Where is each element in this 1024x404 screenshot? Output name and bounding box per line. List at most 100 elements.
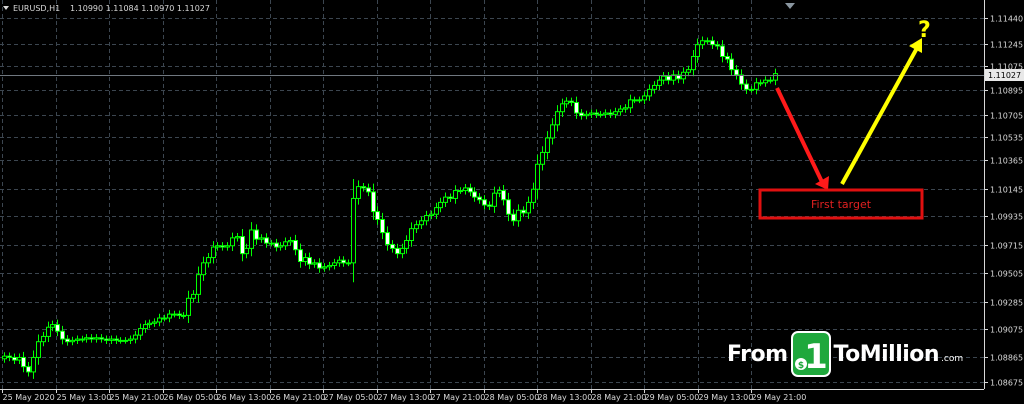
logo-domain-suffix: .com xyxy=(941,354,964,364)
candle-bull xyxy=(172,313,177,316)
candle-bull xyxy=(303,257,308,263)
candle-bear xyxy=(254,229,259,240)
x-tick-label: 29 May 21:00 xyxy=(752,393,807,402)
candles xyxy=(2,36,778,379)
candle-bull xyxy=(652,84,657,90)
candle-bull xyxy=(186,297,191,316)
logo-badge-icon: 1 $ xyxy=(790,330,832,378)
candle-bull xyxy=(642,95,647,101)
candle-bull xyxy=(705,40,710,43)
candle-bull xyxy=(584,113,589,117)
chart-shift-marker xyxy=(785,3,795,9)
candle-bull xyxy=(516,209,521,222)
candle-bull xyxy=(424,215,429,222)
candle-bull xyxy=(351,197,356,264)
candle-bear xyxy=(574,102,579,114)
from1tomillion-logo: From 1 $ ToMillion .com xyxy=(727,330,963,378)
logo-digit: 1 xyxy=(804,337,828,377)
candle-bear xyxy=(729,58,734,71)
candle-bull xyxy=(332,262,337,266)
candle-bear xyxy=(472,191,477,198)
candle-bear xyxy=(569,100,574,104)
ohlc-values: 1.10990 1.11084 1.10970 1.11027 xyxy=(70,4,210,13)
candle-bear xyxy=(65,338,70,343)
candle-bull xyxy=(550,124,555,139)
logo-word-tomillion: ToMillion xyxy=(833,341,940,367)
candle-bull xyxy=(356,186,361,199)
candle-bear xyxy=(177,313,182,316)
y-tick-label: 1.08865 xyxy=(990,354,1023,363)
candle-bull xyxy=(133,334,138,340)
y-tick-label: 1.09285 xyxy=(990,299,1023,308)
candle-bull xyxy=(661,75,666,81)
candle-bull xyxy=(50,324,55,328)
candle-bear xyxy=(511,213,516,222)
candle-bull xyxy=(36,341,41,358)
symbol-menu-icon[interactable] xyxy=(3,6,9,10)
x-tick-label: 25 May 21:00 xyxy=(110,393,165,402)
candle-bull xyxy=(46,326,51,337)
candle-bull xyxy=(453,190,458,199)
candle-bull xyxy=(555,111,560,126)
y-tick-label: 1.09505 xyxy=(990,270,1023,279)
x-tick-label: 28 May 05:00 xyxy=(485,393,540,402)
y-tick-label: 1.11440 xyxy=(990,15,1023,24)
candle-bull xyxy=(443,196,448,203)
candle-bull xyxy=(215,245,220,248)
candle-bull xyxy=(458,190,463,193)
y-tick-label: 1.11075 xyxy=(990,63,1023,72)
candle-bear xyxy=(89,337,94,340)
candle-bull xyxy=(206,257,211,264)
candle-bull xyxy=(288,239,293,243)
candle-bear xyxy=(371,191,376,213)
candle-bull xyxy=(75,338,80,341)
candle-bull xyxy=(438,201,443,209)
candle-bull xyxy=(283,241,288,247)
candle-bull xyxy=(637,99,642,102)
candle-bull xyxy=(657,79,662,86)
x-tick-label: 26 May 05:00 xyxy=(164,393,219,402)
candle-bull xyxy=(322,266,327,269)
candle-bull xyxy=(603,112,608,115)
candle-bear xyxy=(477,196,482,201)
candle-bear xyxy=(468,187,473,193)
candle-bear xyxy=(385,232,390,245)
candle-bull xyxy=(497,190,502,194)
candle-bull xyxy=(700,40,705,46)
x-tick-label: 26 May 13:00 xyxy=(217,393,272,402)
x-tick-label: 25 May 2020 xyxy=(3,393,55,402)
candle-bear xyxy=(104,338,109,341)
candle-bear xyxy=(114,338,119,341)
candle-bear xyxy=(293,239,298,251)
candle-bear xyxy=(521,209,526,214)
candle-bull xyxy=(235,236,240,239)
y-tick-label: 1.10365 xyxy=(990,157,1023,166)
candle-bull xyxy=(278,245,283,248)
candle-bull xyxy=(128,338,133,341)
candle-bear xyxy=(725,56,730,60)
candle-bear xyxy=(264,237,269,244)
candle-bear xyxy=(390,243,395,249)
x-tick-label: 26 May 21:00 xyxy=(271,393,326,402)
candle-bull xyxy=(162,317,167,320)
y-tick-label: 1.10145 xyxy=(990,186,1023,195)
candle-bear xyxy=(366,187,371,193)
candle-bear xyxy=(482,199,487,206)
x-tick-label: 27 May 21:00 xyxy=(431,393,486,402)
candle-bull xyxy=(196,274,201,295)
candle-bull xyxy=(492,192,497,207)
candle-bull xyxy=(157,317,162,323)
candle-bear xyxy=(594,112,599,115)
candle-bear xyxy=(375,211,380,220)
candle-bull xyxy=(143,324,148,330)
candle-bull xyxy=(414,224,419,230)
y-tick-label: 1.09075 xyxy=(990,326,1023,335)
candle-bear xyxy=(361,186,366,189)
candle-bear xyxy=(240,236,245,255)
x-tick-label: 27 May 05:00 xyxy=(324,393,379,402)
candle-bull xyxy=(230,237,235,247)
candle-bull xyxy=(211,246,216,259)
candle-bear xyxy=(448,196,453,199)
candle-bear xyxy=(720,45,725,58)
candle-bull xyxy=(647,88,652,97)
